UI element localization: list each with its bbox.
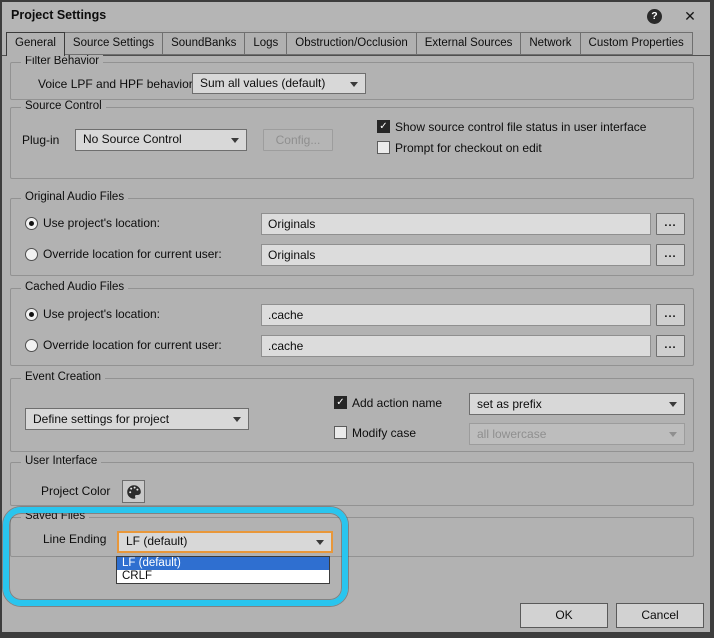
group-title: Saved Files [21, 510, 89, 522]
ok-button[interactable]: OK [520, 603, 608, 628]
chevron-down-icon [231, 138, 239, 143]
cached-audio-files-group: Cached Audio Files Use project's locatio… [10, 288, 694, 366]
group-title: User Interface [21, 455, 101, 467]
line-ending-option-list: LF (default) CRLF [116, 556, 330, 584]
config-button: Config... [263, 129, 333, 151]
source-control-group: Source Control Plug-in No Source Control… [10, 107, 694, 179]
tab-logs[interactable]: Logs [244, 32, 287, 55]
browse-button[interactable]: ... [656, 213, 685, 235]
modify-case-value: all lowercase [477, 427, 546, 441]
group-title: Source Control [21, 100, 106, 112]
prompt-checkout-label[interactable]: Prompt for checkout on edit [395, 141, 542, 155]
checkmark-icon: ✓ [336, 397, 344, 408]
tab-network[interactable]: Network [520, 32, 580, 55]
voice-lpf-hpf-dropdown[interactable]: Sum all values (default) [192, 73, 366, 94]
project-color-button[interactable] [122, 480, 145, 503]
saved-files-group: Saved Files Line Ending LF (default) [10, 517, 694, 557]
voice-lpf-hpf-label: Voice LPF and HPF behavior [38, 77, 193, 91]
event-creation-group: Event Creation Define settings for proje… [10, 378, 694, 452]
cache-path-field[interactable]: .cache [261, 304, 651, 326]
option-lf-default[interactable]: LF (default) [117, 557, 329, 570]
chevron-down-icon [316, 540, 324, 545]
tab-strip: General Source Settings SoundBanks Logs … [6, 32, 692, 56]
project-settings-dialog: Project Settings ? ✕ General Source Sett… [0, 0, 714, 638]
event-settings-scope-dropdown[interactable]: Define settings for project [25, 408, 249, 430]
override-location-label[interactable]: Override location for current user: [43, 247, 222, 261]
modify-case-label[interactable]: Modify case [352, 426, 416, 440]
tab-external-sources[interactable]: External Sources [416, 32, 522, 55]
user-interface-group: User Interface Project Color [10, 462, 694, 506]
modify-case-dropdown: all lowercase [469, 423, 685, 445]
palette-icon [126, 484, 142, 500]
chevron-down-icon [669, 432, 677, 437]
voice-lpf-hpf-value: Sum all values (default) [200, 76, 325, 90]
tab-general[interactable]: General [6, 32, 65, 56]
browse-button[interactable]: ... [656, 335, 685, 357]
use-project-location-radio[interactable] [25, 308, 38, 321]
line-ending-dropdown[interactable]: LF (default) [117, 531, 333, 553]
browse-button[interactable]: ... [656, 304, 685, 326]
checkmark-icon: ✓ [379, 121, 387, 132]
chevron-down-icon [669, 402, 677, 407]
title-bar: Project Settings ? ✕ [2, 2, 710, 30]
show-status-label[interactable]: Show source control file status in user … [395, 120, 646, 134]
chevron-down-icon [233, 417, 241, 422]
window-title: Project Settings [11, 8, 106, 22]
show-status-checkbox[interactable]: ✓ [377, 120, 390, 133]
add-action-name-dropdown[interactable]: set as prefix [469, 393, 685, 415]
modify-case-checkbox[interactable] [334, 426, 347, 439]
override-location-radio[interactable] [25, 339, 38, 352]
tab-custom-properties[interactable]: Custom Properties [580, 32, 693, 55]
add-action-name-label[interactable]: Add action name [352, 396, 442, 410]
originals-path-field[interactable]: Originals [261, 213, 651, 235]
project-color-label: Project Color [41, 484, 110, 498]
source-control-plugin-dropdown[interactable]: No Source Control [75, 129, 247, 151]
use-project-location-radio[interactable] [25, 217, 38, 230]
chevron-down-icon [350, 82, 358, 87]
help-icon[interactable]: ? [647, 9, 662, 24]
override-location-radio[interactable] [25, 248, 38, 261]
cancel-button[interactable]: Cancel [616, 603, 704, 628]
plugin-value: No Source Control [83, 132, 182, 146]
add-action-name-checkbox[interactable]: ✓ [334, 396, 347, 409]
tab-soundbanks[interactable]: SoundBanks [162, 32, 245, 55]
add-action-name-value: set as prefix [477, 397, 542, 411]
line-ending-label: Line Ending [43, 532, 106, 546]
tab-obstruction-occlusion[interactable]: Obstruction/Occlusion [286, 32, 417, 55]
original-audio-files-group: Original Audio Files Use project's locat… [10, 198, 694, 276]
option-crlf[interactable]: CRLF [117, 570, 329, 583]
use-project-location-label[interactable]: Use project's location: [43, 307, 160, 321]
filter-behavior-group: Filter Behavior Voice LPF and HPF behavi… [10, 62, 694, 100]
prompt-checkout-checkbox[interactable] [377, 141, 390, 154]
event-settings-scope-value: Define settings for project [33, 412, 169, 426]
override-location-label[interactable]: Override location for current user: [43, 338, 222, 352]
tab-source-settings[interactable]: Source Settings [64, 32, 163, 55]
cache-override-path-field[interactable]: .cache [261, 335, 651, 357]
line-ending-value: LF (default) [126, 534, 187, 548]
group-title: Filter Behavior [21, 55, 103, 67]
use-project-location-label[interactable]: Use project's location: [43, 216, 160, 230]
close-icon[interactable]: ✕ [682, 7, 698, 25]
group-title: Event Creation [21, 371, 105, 383]
originals-override-path-field[interactable]: Originals [261, 244, 651, 266]
group-title: Original Audio Files [21, 191, 128, 203]
plugin-label: Plug-in [22, 133, 59, 147]
group-title: Cached Audio Files [21, 281, 128, 293]
browse-button[interactable]: ... [656, 244, 685, 266]
